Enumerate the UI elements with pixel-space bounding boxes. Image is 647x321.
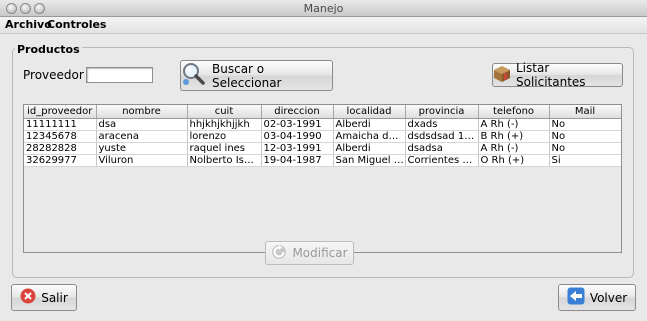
table-cell: Si <box>549 154 621 167</box>
table-cell: No <box>549 130 621 143</box>
table-cell: 12-03-1991 <box>261 142 334 155</box>
menu-controles[interactable]: Controles <box>47 18 106 31</box>
table-cell: 28282828 <box>24 142 97 155</box>
table-cell: 11111111 <box>24 118 97 131</box>
table-cell: yuste <box>96 142 188 155</box>
main-content: Productos Proveedor Buscar o Seleccionar… <box>0 34 647 321</box>
table-header-row: id_proveedor nombre cuit direccion local… <box>24 105 621 119</box>
proveedor-label: Proveedor <box>23 68 84 82</box>
table-cell: 03-04-1990 <box>261 130 334 143</box>
proveedor-input[interactable] <box>86 67 153 83</box>
package-icon <box>493 65 511 86</box>
refresh-icon <box>271 244 287 263</box>
column-header[interactable]: provincia <box>405 105 479 119</box>
table-cell: Nolberto Ismael <box>187 154 262 167</box>
back-arrow-icon <box>567 287 585 308</box>
window-title: Manejo <box>303 2 344 15</box>
proveedores-table[interactable]: id_proveedor nombre cuit direccion local… <box>23 104 622 253</box>
table-cell: 02-03-1991 <box>261 118 334 131</box>
table-cell: O Rh (+) <box>478 154 550 167</box>
table-cell: San Miguel de ... <box>333 154 406 167</box>
cancel-icon <box>20 288 36 307</box>
table-cell: aracena <box>96 130 188 143</box>
listar-solicitantes-button[interactable]: Listar Solicitantes <box>492 61 623 89</box>
column-header[interactable]: Mail <box>549 105 621 119</box>
table-cell: dsdsdsad 13... <box>405 130 479 143</box>
table-cell: hhjkhjkhjjkh <box>187 118 262 131</box>
column-header[interactable]: telefono <box>478 105 550 119</box>
table-cell: dsa <box>96 118 188 131</box>
table-cell: Alberdi <box>333 142 406 155</box>
table-cell: B Rh (+) <box>478 130 550 143</box>
table-cell: No <box>549 118 621 131</box>
table-row[interactable]: 28282828 yuste raquel ines 12-03-1991 Al… <box>24 142 621 155</box>
buscar-button[interactable]: Buscar o Seleccionar <box>180 60 333 91</box>
table-cell: Viluron <box>96 154 188 167</box>
listar-solicitantes-label: Listar Solicitantes <box>516 61 586 89</box>
modificar-label: Modificar <box>292 246 348 260</box>
table-cell: 32629977 <box>24 154 97 167</box>
table-cell: 12345678 <box>24 130 97 143</box>
salir-button[interactable]: Salir <box>11 284 77 311</box>
table-cell: No <box>549 142 621 155</box>
salir-label: Salir <box>41 290 68 305</box>
column-header[interactable]: direccion <box>261 105 334 119</box>
table-cell: lorenzo <box>187 130 262 143</box>
column-header[interactable]: localidad <box>333 105 406 119</box>
buscar-label: Buscar o Seleccionar <box>212 61 282 90</box>
table-row[interactable]: 11111111 dsa hhjkhjkhjjkh 02-03-1991 Alb… <box>24 118 621 131</box>
group-title: Productos <box>15 43 82 56</box>
volver-button[interactable]: Volver <box>558 284 636 311</box>
table-cell: A Rh (-) <box>478 142 550 155</box>
column-header[interactable]: cuit <box>187 105 262 119</box>
volver-label: Volver <box>589 290 628 305</box>
table-cell: Corrientes 165... <box>405 154 479 167</box>
menu-bar: Archivo Controles <box>0 17 647 34</box>
table-cell: Alberdi <box>333 118 406 131</box>
table-cell: dxads <box>405 118 479 131</box>
table-cell: A Rh (-) <box>478 118 550 131</box>
column-header[interactable]: nombre <box>96 105 188 119</box>
menu-archivo[interactable]: Archivo <box>5 18 52 31</box>
table-row[interactable]: 12345678 aracena lorenzo 03-04-1990 Amai… <box>24 130 621 143</box>
modificar-button[interactable]: Modificar <box>265 241 354 265</box>
column-header[interactable]: id_proveedor <box>24 105 97 119</box>
title-bar: Manejo <box>0 0 647 17</box>
table-cell: 19-04-1987 <box>261 154 334 167</box>
table-cell: dsadsa <box>405 142 479 155</box>
table-row[interactable]: 32629977 Viluron Nolberto Ismael 19-04-1… <box>24 154 621 167</box>
magnifier-icon <box>181 61 207 90</box>
table-cell: Amaicha de Val... <box>333 130 406 143</box>
table-cell: raquel ines <box>187 142 262 155</box>
